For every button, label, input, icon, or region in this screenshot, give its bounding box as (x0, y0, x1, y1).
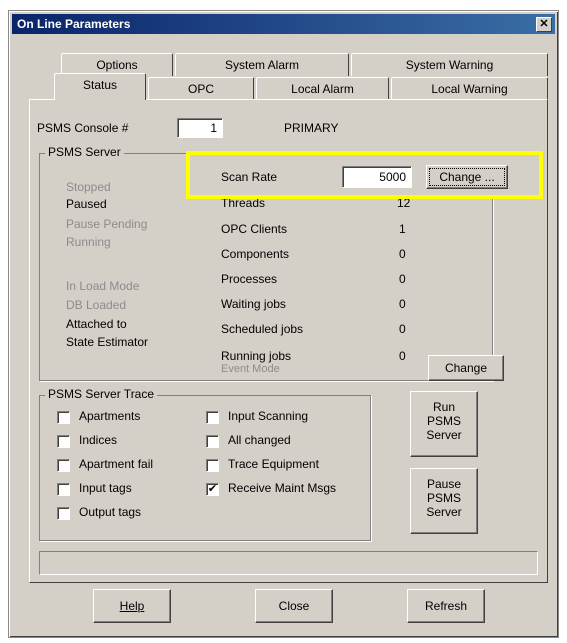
trace-output-tags-label: Output tags (79, 505, 142, 519)
components-value: 0 (399, 247, 406, 261)
tab-local-alarm[interactable]: Local Alarm (256, 77, 389, 100)
checkbox[interactable] (57, 483, 70, 496)
scheduled-jobs-label: Scheduled jobs (221, 322, 304, 336)
state-stopped: Stopped (66, 180, 111, 194)
change-event-mode-button[interactable]: Change (428, 355, 504, 381)
psms-server-trace-title: PSMS Server Trace (45, 387, 158, 401)
tab-status[interactable]: Status (54, 73, 146, 100)
pause-button-line1: Pause (426, 477, 462, 491)
state-running: Running (66, 235, 111, 249)
event-mode-label: Event Mode (221, 363, 280, 375)
psms-server-group-title: PSMS Server (45, 145, 124, 159)
refresh-button[interactable]: Refresh (407, 589, 485, 623)
state-state-estimator: State Estimator (66, 335, 149, 349)
waiting-jobs-label: Waiting jobs (221, 297, 286, 311)
run-button-line2: PSMS (426, 414, 461, 428)
tab-local-warning[interactable]: Local Warning (391, 77, 548, 100)
opc-clients-value: 1 (399, 222, 406, 236)
waiting-jobs-value: 0 (399, 297, 406, 311)
help-button[interactable]: Help (93, 589, 171, 623)
checkbox[interactable] (206, 435, 219, 448)
window-title: On Line Parameters (17, 17, 131, 31)
processes-label: Processes (221, 272, 278, 286)
checkbox[interactable] (206, 459, 219, 472)
state-paused: Paused (66, 197, 107, 211)
tab-system-alarm[interactable]: System Alarm (175, 53, 349, 76)
checkbox-checked[interactable]: ✔ (206, 483, 219, 496)
components-label: Components (221, 247, 290, 261)
run-psms-server-button[interactable]: Run PSMS Server (410, 391, 478, 457)
checkbox[interactable] (206, 411, 219, 424)
opc-clients-label: OPC Clients (221, 222, 288, 236)
checkbox[interactable] (57, 459, 70, 472)
console-label: PSMS Console # (37, 121, 129, 135)
console-number-field: 1 (177, 118, 223, 138)
trace-trace-equipment-label: Trace Equipment (228, 457, 319, 471)
tab-opc[interactable]: OPC (148, 77, 254, 100)
trace-apartments-label: Apartments (79, 409, 141, 423)
state-in-load-mode: In Load Mode (66, 279, 140, 293)
highlight-box (186, 151, 543, 199)
running-jobs-value: 0 (399, 349, 406, 363)
close-button[interactable]: Close (255, 589, 333, 623)
state-db-loaded: DB Loaded (66, 298, 127, 312)
trace-input-tags-label: Input tags (79, 481, 132, 495)
pause-psms-server-button[interactable]: Pause PSMS Server (410, 468, 478, 534)
help-button-label: Help (119, 599, 145, 613)
console-role: PRIMARY (284, 121, 339, 135)
trace-apartment-fail-label: Apartment fail (79, 457, 154, 471)
running-jobs-label: Running jobs (221, 349, 292, 363)
trace-receive-maint-msgs-label: Receive Maint Msgs (228, 481, 337, 495)
checkbox[interactable] (57, 411, 70, 424)
dialog-window: On Line Parameters ✕ Options System Alar… (8, 10, 559, 638)
pause-button-line3: Server (426, 505, 462, 519)
trace-input-scanning-label: Input Scanning (228, 409, 309, 423)
run-button-line3: Server (426, 428, 462, 442)
trace-all-changed-label: All changed (228, 433, 291, 447)
state-pause-pending: Pause Pending (66, 217, 148, 231)
scheduled-jobs-value: 0 (399, 322, 406, 336)
trace-indices-label: Indices (79, 433, 118, 447)
state-attached-to: Attached to (66, 317, 127, 331)
pause-button-line2: PSMS (426, 491, 461, 505)
title-bar[interactable]: On Line Parameters ✕ (12, 14, 555, 34)
status-bar (39, 551, 538, 575)
processes-value: 0 (399, 272, 406, 286)
checkbox[interactable] (57, 507, 70, 520)
checkbox[interactable] (57, 435, 70, 448)
tab-system-warning[interactable]: System Warning (351, 53, 548, 76)
run-button-line1: Run (432, 400, 455, 414)
close-icon[interactable]: ✕ (536, 17, 552, 32)
